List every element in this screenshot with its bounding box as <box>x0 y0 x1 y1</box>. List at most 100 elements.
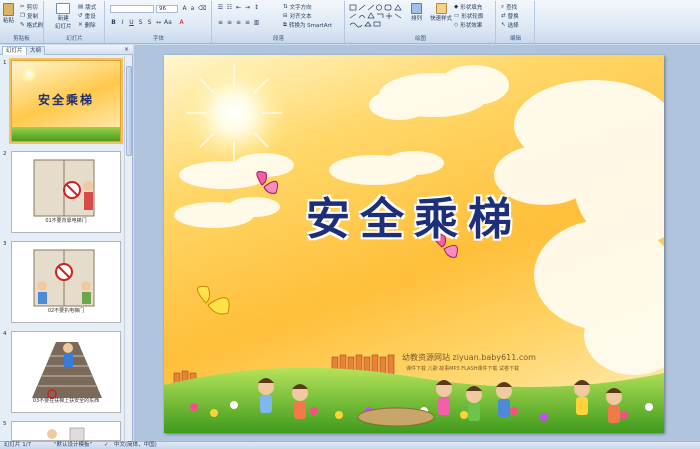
shape-effects-button[interactable]: ◇ 形状效果 <box>454 21 482 29</box>
editing-group: ⌕ 查找 ⇄ 替换 ↖ 选择 编辑 <box>497 1 535 43</box>
elevator-kids-illustration <box>33 249 95 307</box>
spellcheck-icon[interactable]: ✓ <box>104 442 109 449</box>
quick-styles-button[interactable]: 快速样式 <box>430 3 452 22</box>
clipboard-group: 粘贴 ✂ 剪切 ❐ 复制 ✎ 格式刷 剪贴板 <box>0 1 44 43</box>
paste-button[interactable]: 粘贴 <box>3 3 14 24</box>
change-case-icon[interactable]: Aa <box>164 19 172 26</box>
fill-bucket-icon: ◆ <box>454 4 459 10</box>
align-text-button[interactable]: ⊟ 对齐文本 <box>283 12 312 20</box>
underline-icon[interactable]: U <box>128 19 135 26</box>
delete-icon: ✕ <box>78 22 83 28</box>
quick-styles-icon <box>435 3 447 14</box>
find-button[interactable]: ⌕ 查找 <box>501 3 517 12</box>
layout-button[interactable]: ▤ 版式 <box>78 3 96 11</box>
font-label: 字体 <box>152 36 164 42</box>
slide-thumbnail-5[interactable] <box>11 421 121 441</box>
grow-font-icon[interactable]: A <box>181 5 188 12</box>
delete-slide-button[interactable]: ✕ 删除 <box>78 21 96 29</box>
shrink-font-icon[interactable]: a <box>189 5 196 12</box>
align-right-icon[interactable]: ≡ <box>235 19 242 26</box>
bullets-icon[interactable]: ☰ <box>217 4 224 11</box>
slide-thumbnail-2[interactable]: 01不要背靠电梯门 <box>11 151 121 233</box>
drawing-label: 绘图 <box>414 36 426 42</box>
align-center-icon[interactable]: ≡ <box>226 19 233 26</box>
line-spacing-icon[interactable]: ↕ <box>253 4 260 11</box>
font-color-icon[interactable]: A <box>178 19 185 26</box>
spacing-icon[interactable]: ↔ <box>155 19 162 26</box>
slide-canvas[interactable]: 安全乘梯 幼教资源网站 ziyuan.baby611.com 课件下载 儿歌 故… <box>164 55 664 433</box>
slides-panel: 幻灯片 大纲 × 1 安全乘梯 2 01不要背靠电梯门 3 02不要扒电梯门 4… <box>0 45 133 441</box>
smartart-icon: ⧉ <box>283 21 287 28</box>
scrollbar-thumb[interactable] <box>126 66 132 156</box>
thumbnail-grass <box>12 127 120 141</box>
clipboard-label: 剪贴板 <box>13 36 30 42</box>
slide-number: 1 <box>3 60 7 66</box>
thumbnail-caption: 01不要背靠电梯门 <box>45 218 87 224</box>
align-text-icon: ⊟ <box>283 13 288 19</box>
slide5-illustration <box>47 427 85 440</box>
align-left-icon[interactable]: ≡ <box>217 19 224 26</box>
outline-pen-icon: ▭ <box>454 13 460 19</box>
italic-icon[interactable]: I <box>119 19 126 26</box>
slides-label: 幻灯片 <box>66 36 83 42</box>
thumbnail-title: 安全乘梯 <box>37 93 94 107</box>
slide-thumbnail-1[interactable]: 安全乘梯 <box>9 58 123 144</box>
replace-icon: ⇄ <box>501 13 506 19</box>
slide-number: 3 <box>3 241 7 247</box>
binoculars-icon: ⌕ <box>501 3 505 10</box>
shapes-gallery[interactable] <box>349 4 407 30</box>
panel-scrollbar[interactable] <box>124 56 132 441</box>
bold-icon[interactable]: B <box>110 19 117 26</box>
clear-format-icon[interactable]: ⌫ <box>198 5 206 12</box>
arrange-button[interactable]: 排列 <box>411 3 422 22</box>
thumbnail-caption: 03不要在扶梯上扶安全的东西 <box>32 398 100 404</box>
brush-icon: ✎ <box>20 22 25 28</box>
shape-fill-button[interactable]: ◆ 形状填充 <box>454 3 482 11</box>
tab-outline[interactable]: 大纲 <box>26 46 46 55</box>
slide-thumbnail-3[interactable]: 02不要扒电梯门 <box>11 241 121 323</box>
panel-tabs: 幻灯片 大纲 × <box>0 45 133 55</box>
font-name-combo[interactable] <box>110 5 154 13</box>
new-slide-button[interactable]: 新建 幻灯片 <box>55 3 72 30</box>
text-direction-button[interactable]: ⇅ 文字方向 <box>283 3 312 11</box>
arrange-icon <box>411 3 422 14</box>
copy-icon: ❐ <box>20 13 25 19</box>
drawing-group: 排列 快速样式 ◆ 形状填充 ▭ 形状轮廓 ◇ 形状效果 绘图 <box>346 1 496 43</box>
tab-slides[interactable]: 幻灯片 <box>2 46 27 55</box>
justify-icon[interactable]: ≡ <box>244 19 251 26</box>
select-button[interactable]: ↖ 选择 <box>501 21 519 29</box>
paragraph-group: ☰ ☷ ⇤ ⇥ ↕ ≡ ≡ ≡ ≡ ▥ ⇅ 文字方向 ⊟ 对齐文本 ⧉ 转换为 Sma… <box>213 1 345 43</box>
font-size-combo[interactable]: 96 <box>156 5 178 13</box>
numbering-icon[interactable]: ☷ <box>226 4 233 11</box>
slide-workspace: 安全乘梯 幼教资源网站 ziyuan.baby611.com 课件下载 儿歌 故… <box>134 45 700 441</box>
reset-icon: ↺ <box>78 13 83 19</box>
new-slide-icon <box>56 3 71 14</box>
decrease-indent-icon[interactable]: ⇤ <box>235 4 242 11</box>
paste-icon <box>3 3 14 16</box>
smartart-button[interactable]: ⧉ 转换为 SmartArt <box>283 21 332 30</box>
thumbnail-caption: 02不要扒电梯门 <box>47 308 85 314</box>
format-painter-button[interactable]: ✎ 格式刷 <box>20 21 43 29</box>
theme-name: "默认设计模板" <box>54 442 93 448</box>
ribbon: 粘贴 ✂ 剪切 ❐ 复制 ✎ 格式刷 剪贴板 新建 幻灯片 ▤ 版式 ↺ 重设 ✕ 删除 幻… <box>0 0 700 44</box>
replace-button[interactable]: ⇄ 替换 <box>501 12 519 20</box>
shadow-icon[interactable]: S <box>146 19 153 26</box>
cut-button[interactable]: ✂ 剪切 <box>20 3 38 11</box>
text-direction-icon: ⇅ <box>283 4 288 10</box>
columns-icon[interactable]: ▥ <box>253 19 260 26</box>
effects-icon: ◇ <box>454 22 459 28</box>
slide-thumbnail-4[interactable]: 03不要在扶梯上扶安全的东西 <box>11 331 121 413</box>
strikethrough-icon[interactable]: S <box>137 19 144 26</box>
shape-outline-button[interactable]: ▭ 形状轮廓 <box>454 12 483 20</box>
increase-indent-icon[interactable]: ⇥ <box>244 4 251 11</box>
language-status[interactable]: 中文(简体，中国) <box>114 442 157 449</box>
layout-icon: ▤ <box>78 4 84 10</box>
slide-title[interactable]: 安全乘梯 <box>164 183 664 247</box>
close-icon[interactable]: × <box>124 46 129 53</box>
paragraph-label: 段落 <box>272 36 284 42</box>
copy-button[interactable]: ❐ 复制 <box>20 12 38 20</box>
slide-position: 幻灯片 1/7 <box>4 442 32 448</box>
font-group: 96 A a ⌫ B I U S S ↔ Aa A 字体 <box>106 1 212 43</box>
reset-button[interactable]: ↺ 重设 <box>78 12 96 20</box>
cursor-icon: ↖ <box>501 22 506 28</box>
